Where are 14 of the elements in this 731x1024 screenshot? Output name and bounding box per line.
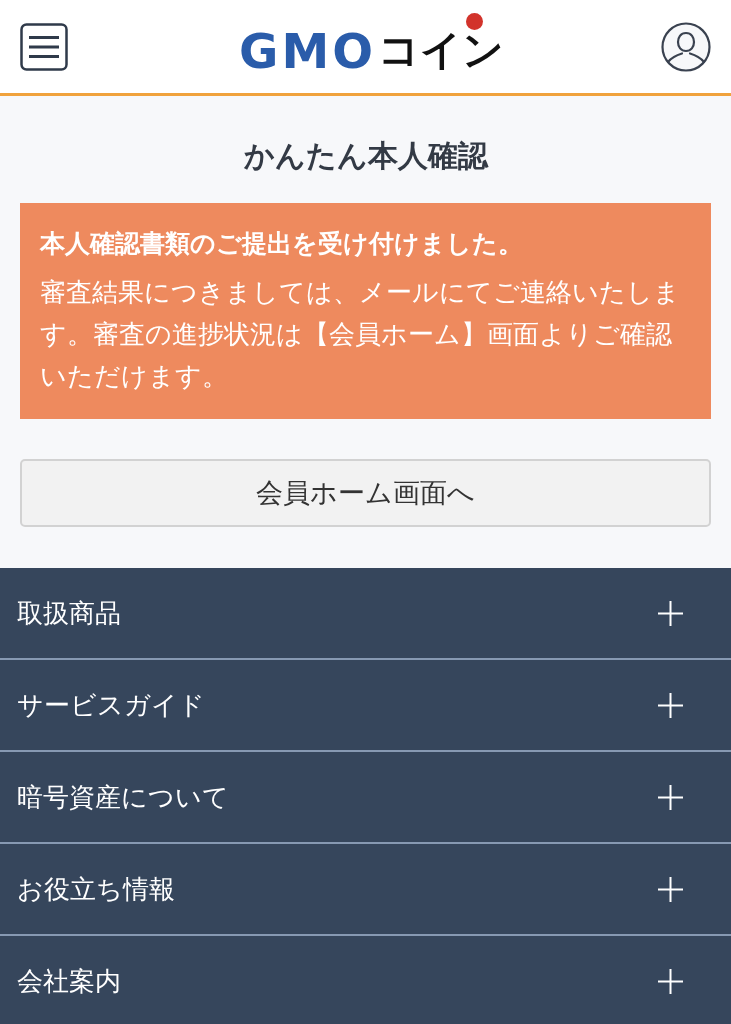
plus-icon	[658, 692, 683, 718]
notice-heading: 本人確認書類のご提出を受け付けました。	[40, 228, 524, 260]
user-icon[interactable]	[661, 21, 711, 72]
menu-icon[interactable]	[20, 22, 68, 71]
plus-icon	[658, 600, 683, 626]
logo-suffix[interactable]: コイン	[378, 30, 504, 71]
plus-icon	[658, 968, 683, 994]
plus-icon	[658, 784, 683, 810]
logo-brand[interactable]: GMO	[239, 26, 376, 75]
plus-icon	[658, 876, 683, 902]
member-home-button[interactable]: 会員ホーム画面へ	[20, 459, 711, 527]
page-title: かんたん本人確認	[242, 138, 490, 174]
notice-text: 審査結果につきましては、メールにてご連絡いたします。審査の進捗状況は【会員ホーム】画面よりご確認いただけます。	[40, 276, 681, 393]
logo-dot-icon	[466, 13, 483, 30]
